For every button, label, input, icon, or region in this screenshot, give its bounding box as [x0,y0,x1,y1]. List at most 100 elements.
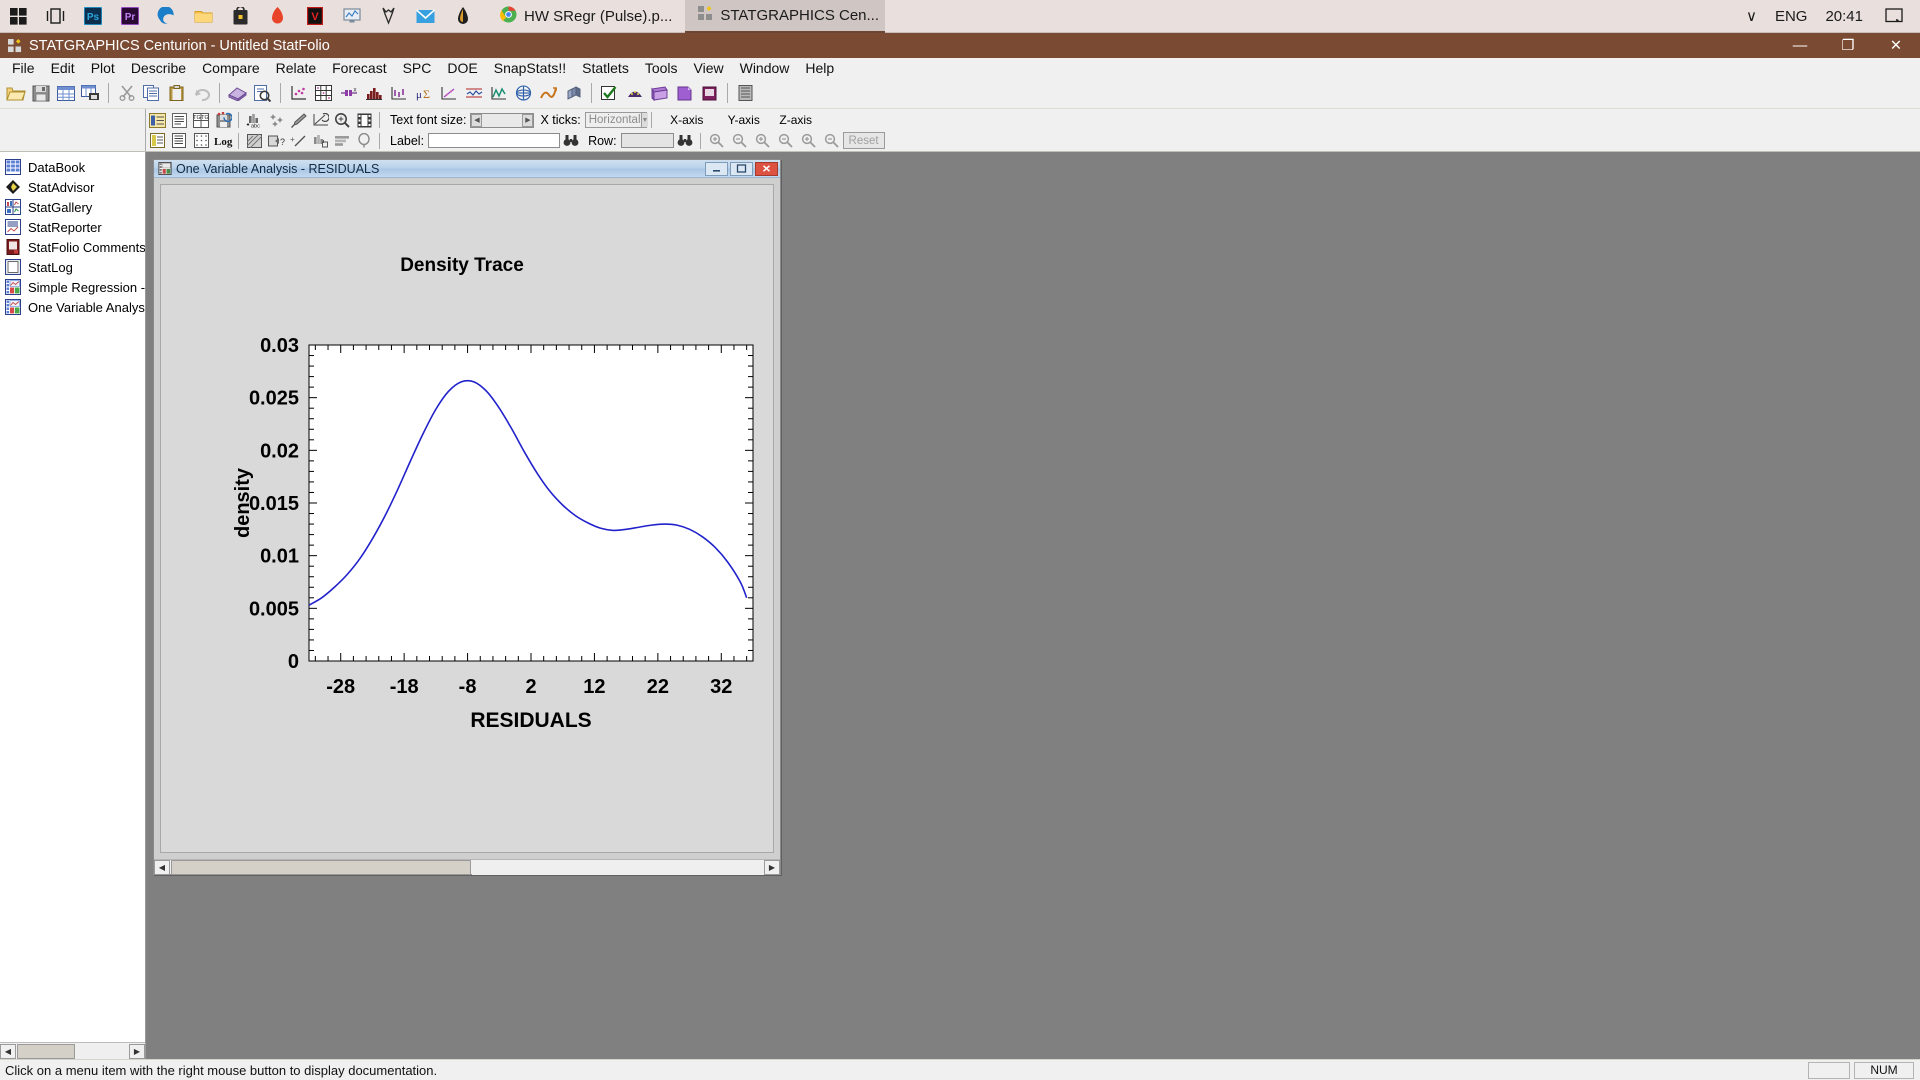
stat-preview-button[interactable] [250,80,275,106]
capability-button[interactable]: μΣ [411,80,436,106]
save-graph-button[interactable] [212,110,234,130]
sidebar-item-statfolio-comments[interactable]: StatFolio Comments [0,237,145,257]
acrobat-icon[interactable] [444,0,481,33]
print-datasheet-button[interactable] [78,80,103,106]
hatch-button[interactable] [243,131,265,151]
statlog-button[interactable] [733,80,758,106]
font-size-increase-button[interactable]: ▶ [522,113,534,127]
special-plot-button[interactable] [436,80,461,106]
z-axis-zoom-out-button[interactable] [820,131,843,150]
menu-item-help[interactable]: Help [797,58,842,78]
balloon-button[interactable] [353,131,375,151]
taskbar-task-chrome[interactable]: HW SRegr (Pulse).p... [487,0,685,33]
office-icon[interactable] [259,0,296,33]
trend-plot-button[interactable] [536,80,561,106]
magnifier-button[interactable] [331,110,353,130]
statgallery-button[interactable] [647,80,672,106]
edge-icon[interactable] [148,0,185,33]
paintbrush-button[interactable] [287,110,309,130]
sidebar-item-statreporter[interactable]: StatReporter [0,217,145,237]
child-window-title-bar[interactable]: One Variable Analysis - RESIDUALS [154,160,780,178]
mail-icon[interactable] [407,0,444,33]
y-axis-zoom-in-button[interactable] [751,131,774,150]
menu-item-tools[interactable]: Tools [637,58,686,78]
premiere-icon[interactable]: Pr [111,0,148,33]
child-scroll-left-button[interactable]: ◀ [154,859,170,875]
menu-item-relate[interactable]: Relate [268,58,324,78]
reset-button[interactable]: Reset [842,132,885,150]
smooth-button[interactable] [309,110,331,130]
statadvisor-button[interactable] [225,80,250,106]
timeseries-button[interactable] [486,80,511,106]
row-input[interactable] [620,133,674,149]
z-axis-zoom-in-button[interactable] [797,131,820,150]
menu-item-compare[interactable]: Compare [194,58,268,78]
font-size-decrease-button[interactable]: ◀ [471,113,483,127]
menu-item-snapstats[interactable]: SnapStats!! [486,58,574,78]
child-maximize-button[interactable] [730,161,753,176]
photoshop-icon[interactable]: Ps [74,0,111,33]
box-whisker-button[interactable]: x [336,80,361,106]
layers-button[interactable] [331,131,353,151]
minimize-button[interactable]: — [1776,33,1824,58]
child-scrollbar-thumb[interactable] [171,859,471,875]
text-font-size-slider[interactable]: ◀ ▶ [470,112,535,128]
x-ticks-select[interactable]: Horizontal ▼ [584,112,649,129]
row-binoculars-icon[interactable] [674,131,696,151]
check-button[interactable] [597,80,622,106]
menu-item-describe[interactable]: Describe [123,58,194,78]
tables-button[interactable] [168,131,190,151]
menu-item-doe[interactable]: DOE [439,58,485,78]
x-axis-zoom-in-button[interactable] [705,131,728,150]
start-icon[interactable] [0,0,37,33]
scatterplot-button[interactable] [286,80,311,106]
film-button[interactable] [353,110,375,130]
child-scroll-right-button[interactable]: ▶ [764,859,780,875]
task-view-icon[interactable] [37,0,74,33]
report-button[interactable] [146,131,168,151]
undo-button[interactable] [189,80,214,106]
menu-item-spc[interactable]: SPC [395,58,440,78]
file-explorer-icon[interactable] [185,0,222,33]
label-binoculars-icon[interactable] [560,131,582,151]
menu-item-plot[interactable]: Plot [83,58,123,78]
menu-item-window[interactable]: Window [732,58,798,78]
open-statfolio-button[interactable] [3,80,28,106]
sidebar-item-simple-regression[interactable]: Simple Regression - Puls [0,277,145,297]
sidebar-item-statlog[interactable]: StatLog [0,257,145,277]
scrollbar-thumb[interactable] [17,1043,75,1059]
sidebar-item-statadvisor[interactable]: StatAdvisor [0,177,145,197]
paste-button[interactable] [164,80,189,106]
taskbar-task-statgraphics[interactable]: STATGRAPHICS Cen... [685,0,886,33]
save-button[interactable] [28,80,53,106]
sidebar-item-databook[interactable]: DataBook [0,157,145,177]
tray-chevron-icon[interactable]: ∨ [1737,0,1766,33]
copy-button[interactable] [139,80,164,106]
datasheet-button[interactable] [53,80,78,106]
scroll-left-button[interactable]: ◀ [0,1043,16,1059]
monitor-app-icon[interactable] [333,0,370,33]
notification-icon[interactable] [1872,0,1916,33]
multi-plot-button[interactable] [386,80,411,106]
statfolio-comments-button[interactable] [697,80,722,106]
close-button[interactable]: ✕ [1872,33,1920,58]
child-horizontal-scrollbar[interactable]: ◀ ▶ [154,859,780,875]
text-swap-button[interactable]: TG TG [190,110,212,130]
statreporter-button[interactable] [672,80,697,106]
microsoft-store-icon[interactable] [222,0,259,33]
y-axis-zoom-out-button[interactable] [774,131,797,150]
scrollbar-track[interactable] [76,1043,129,1059]
fox-icon[interactable] [370,0,407,33]
menu-item-forecast[interactable]: Forecast [324,58,394,78]
chevron-down-icon[interactable]: ▼ [640,113,649,128]
add-text-button[interactable]: abc [243,110,265,130]
bar3d-button[interactable] [561,80,586,106]
x-axis-zoom-out-button[interactable] [728,131,751,150]
tray-language[interactable]: ENG [1766,0,1817,33]
bar-style-button[interactable] [309,131,331,151]
sidebar-item-one-variable-analysis[interactable]: One Variable Analysis - [0,297,145,317]
matrix-plot-button[interactable] [311,80,336,106]
sidebar-item-statgallery[interactable]: StatGallery [0,197,145,217]
control-chart-button[interactable] [461,80,486,106]
scroll-right-button[interactable]: ▶ [129,1043,145,1059]
